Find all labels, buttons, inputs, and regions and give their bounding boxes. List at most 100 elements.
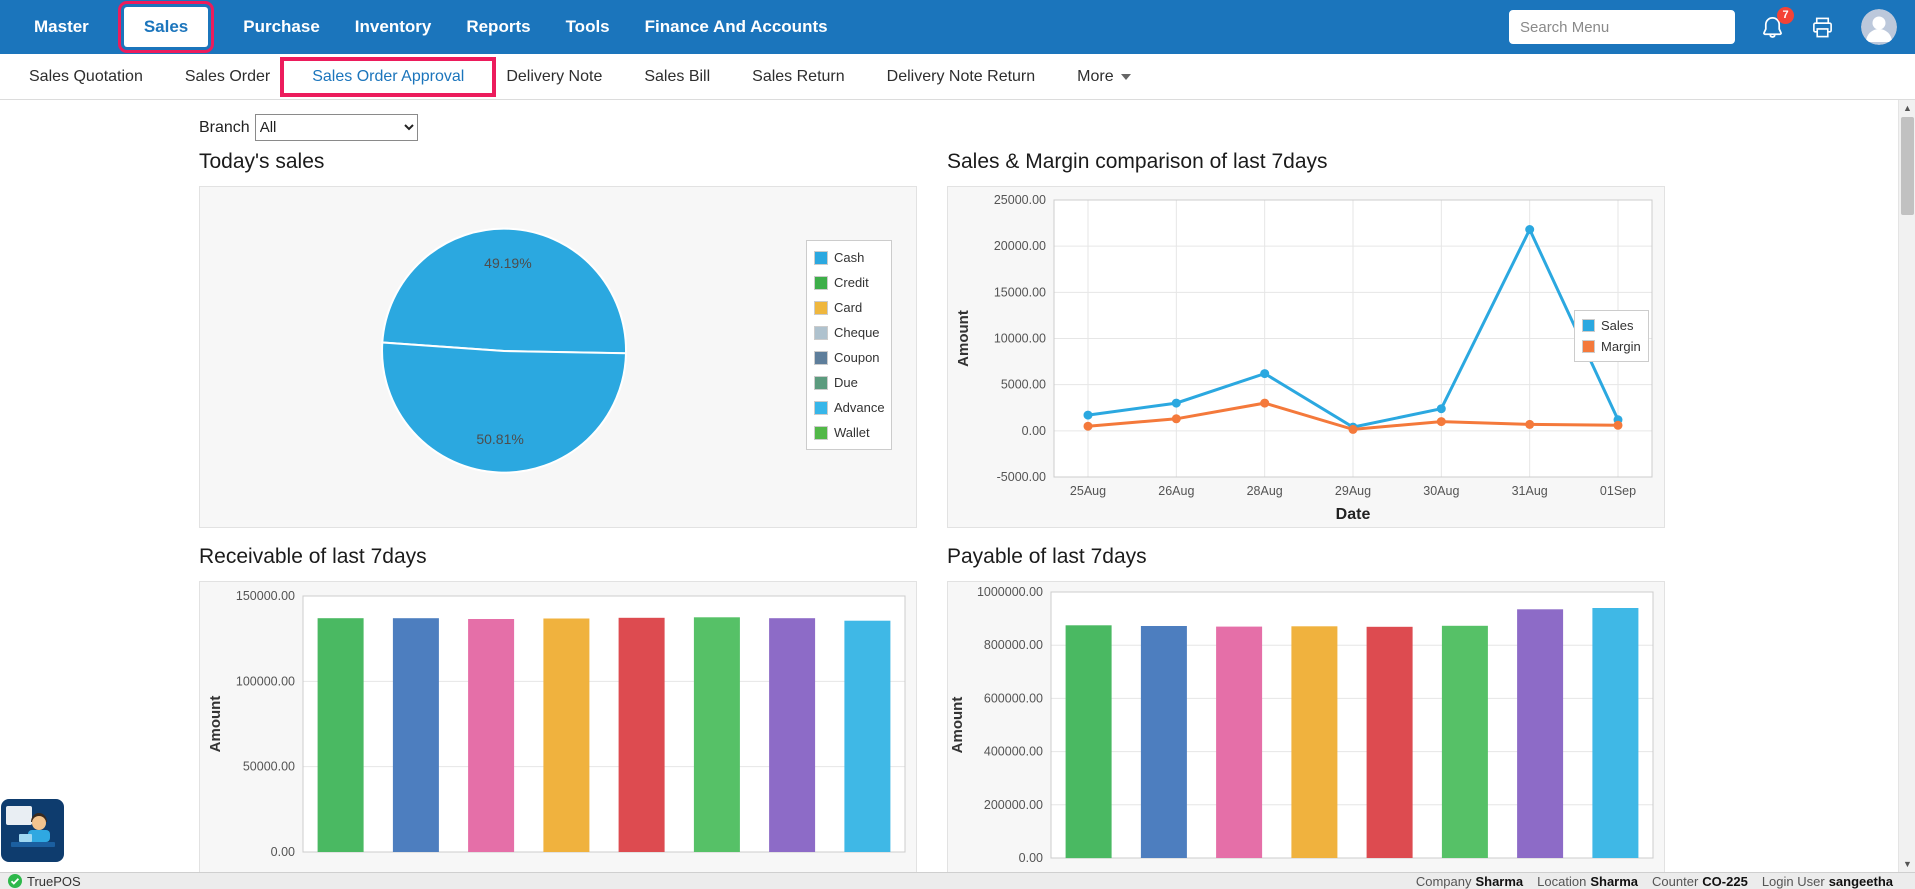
legend-item-label: Credit: [834, 275, 869, 290]
legend-item-label: Wallet: [834, 425, 870, 440]
scroll-down-arrow[interactable]: ▼: [1899, 856, 1915, 872]
print-button[interactable]: [1810, 16, 1835, 39]
subnav-item-sales-bill[interactable]: Sales Bill: [623, 68, 731, 86]
legend-swatch: [814, 426, 828, 440]
legend-swatch: [814, 301, 828, 315]
status-label: Company: [1416, 873, 1472, 889]
status-value: sangeetha: [1829, 873, 1893, 889]
support-chat-widget[interactable]: [1, 799, 64, 862]
subnav-item-label: Sales Bill: [644, 68, 710, 86]
bar: [1291, 626, 1337, 858]
data-point: [1260, 369, 1269, 378]
svg-text:800000.00: 800000.00: [984, 638, 1043, 652]
branch-select[interactable]: All: [255, 114, 418, 141]
legend-item-advance: Advance: [814, 395, 884, 420]
pie-legend: CashCreditCardChequeCouponDueAdvanceWall…: [806, 240, 892, 450]
status-label: Counter: [1652, 873, 1698, 889]
nav-item-finance-and-accounts[interactable]: Finance And Accounts: [645, 17, 828, 37]
legend-item-cheque: Cheque: [814, 320, 884, 345]
brand: TruePOS: [8, 873, 81, 889]
legend-item-margin: Margin: [1582, 336, 1641, 357]
bar: [1592, 608, 1638, 858]
status-value: Sharma: [1590, 873, 1638, 889]
svg-text:-5000.00: -5000.00: [997, 470, 1046, 484]
legend-item-label: Cash: [834, 250, 864, 265]
nav-item-purchase[interactable]: Purchase: [243, 17, 320, 37]
nav-item-tools[interactable]: Tools: [566, 17, 610, 37]
subnav-item-sales-order-approval[interactable]: Sales Order Approval: [291, 68, 485, 86]
pie-slice: [382, 229, 626, 354]
svg-text:600000.00: 600000.00: [984, 691, 1043, 705]
bar: [393, 618, 439, 852]
subnav-item-sales-return[interactable]: Sales Return: [731, 68, 866, 86]
svg-text:400000.00: 400000.00: [984, 745, 1043, 759]
sales-subnav: Sales Quotation Sales Order Sales Order Ap…: [0, 54, 1915, 100]
nav-item-inventory[interactable]: Inventory: [355, 17, 432, 37]
nav-item-reports[interactable]: Reports: [466, 17, 530, 37]
user-avatar[interactable]: [1861, 9, 1897, 45]
subnav-item-sales-quotation[interactable]: Sales Quotation: [8, 68, 164, 86]
data-point: [1084, 422, 1093, 431]
legend-swatch: [814, 326, 828, 340]
subnav-item-label: Sales Quotation: [29, 68, 143, 86]
notification-badge: 7: [1777, 7, 1794, 24]
legend-item-label: Sales: [1601, 318, 1634, 333]
svg-text:0.00: 0.00: [1022, 424, 1046, 438]
bar: [769, 618, 815, 852]
scroll-up-arrow[interactable]: ▲: [1899, 100, 1915, 116]
bar: [694, 617, 740, 852]
subnav-item-label: Sales Order Approval: [312, 68, 464, 86]
svg-text:20000.00: 20000.00: [994, 239, 1046, 253]
data-point: [1349, 425, 1358, 434]
bar: [1367, 627, 1413, 858]
notifications-button[interactable]: 7: [1761, 15, 1784, 40]
legend-item-cash: Cash: [814, 245, 884, 270]
branch-filter: Branch All: [199, 114, 418, 141]
sales-margin-line-chart: -5000.000.005000.0010000.0015000.0020000…: [948, 187, 1664, 527]
svg-text:10000.00: 10000.00: [994, 332, 1046, 346]
receivable-panel: 0.0050000.00100000.00150000.00Amount: [199, 581, 917, 889]
printer-icon: [1810, 16, 1835, 39]
legend-swatch: [814, 401, 828, 415]
y-axis-label: Amount: [207, 696, 224, 753]
bar: [1141, 626, 1187, 858]
search-input[interactable]: [1509, 10, 1735, 44]
todays-sales-panel: 49.19%50.81% CashCreditCardChequeCouponD…: [199, 186, 917, 528]
status-login-user: Login Usersangeetha: [1762, 873, 1893, 889]
legend-swatch: [814, 276, 828, 290]
status-label: Location: [1537, 873, 1586, 889]
svg-text:25000.00: 25000.00: [994, 193, 1046, 207]
data-point: [1614, 421, 1623, 430]
legend-item-card: Card: [814, 295, 884, 320]
pie-slice-label: 49.19%: [484, 255, 531, 271]
subnav-item-sales-order[interactable]: Sales Order: [164, 68, 291, 86]
scrollbar-thumb[interactable]: [1901, 117, 1914, 215]
svg-text:0.00: 0.00: [271, 845, 295, 859]
svg-text:200000.00: 200000.00: [984, 798, 1043, 812]
legend-swatch: [814, 376, 828, 390]
vertical-scrollbar: ▲ ▼: [1898, 100, 1915, 872]
payable-title: Payable of last 7days: [947, 545, 1147, 569]
axis-tick-labels: 0.00200000.00400000.00600000.00800000.00…: [977, 585, 1043, 865]
subnav-item-more[interactable]: More: [1056, 68, 1151, 86]
line-legend: Sales Margin: [1574, 310, 1649, 362]
x-axis-label: Date: [1336, 506, 1371, 523]
nav-item-master[interactable]: Master: [34, 17, 89, 37]
top-navbar: Master Sales Purchase Inventory Reports Tools…: [0, 0, 1915, 54]
bar: [1066, 625, 1112, 858]
todays-sales-title: Today's sales: [199, 150, 324, 174]
person-icon: [1861, 9, 1897, 45]
legend-item-sales: Sales: [1582, 315, 1641, 336]
status-company: CompanySharma: [1416, 873, 1523, 889]
brand-name: TruePOS: [27, 873, 81, 889]
data-point: [1172, 414, 1181, 423]
axis-tick-labels: 0.0050000.00100000.00150000.00: [236, 589, 295, 859]
nav-item-sales[interactable]: Sales: [124, 7, 208, 47]
pie-slice: [382, 343, 626, 473]
subnav-item-delivery-note-return[interactable]: Delivery Note Return: [866, 68, 1057, 86]
payable-panel: 0.00200000.00400000.00600000.00800000.00…: [947, 581, 1665, 889]
legend-item-coupon: Coupon: [814, 345, 884, 370]
subnav-item-delivery-note[interactable]: Delivery Note: [485, 68, 623, 86]
status-value: Sharma: [1475, 873, 1523, 889]
svg-text:100000.00: 100000.00: [236, 674, 295, 688]
